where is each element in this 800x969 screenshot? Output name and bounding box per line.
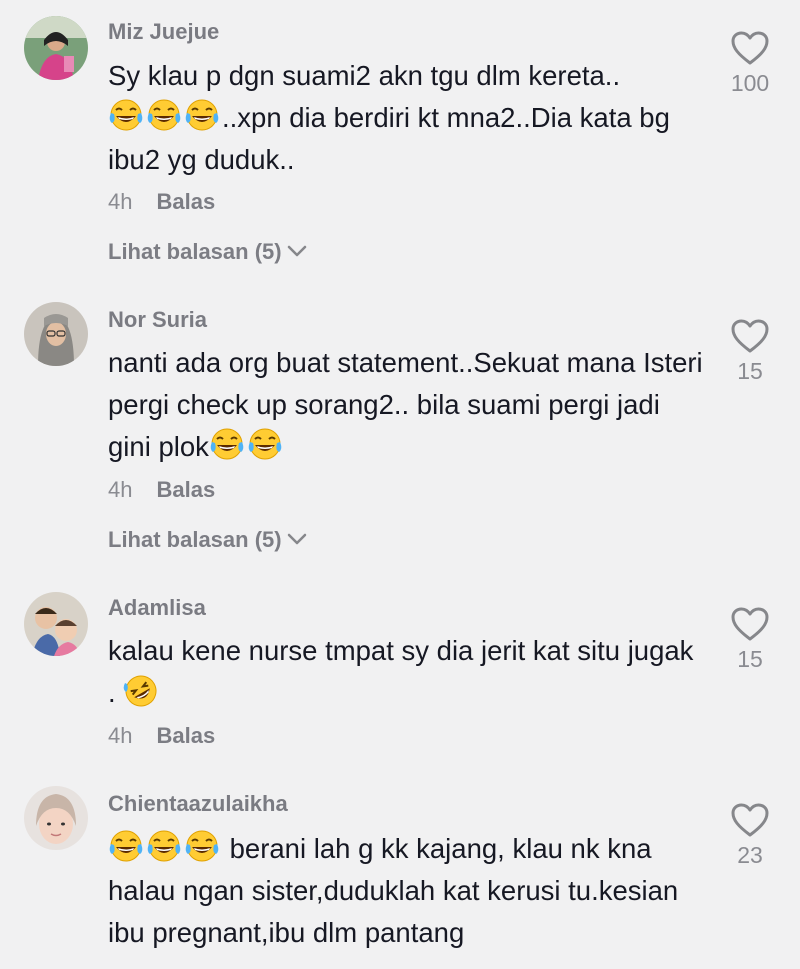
- comment-meta: 4h Balas: [108, 723, 215, 749]
- avatar[interactable]: [24, 786, 88, 850]
- avatar[interactable]: [24, 302, 88, 366]
- avatar[interactable]: [24, 592, 88, 656]
- face-with-tears-of-joy-icon: [108, 829, 144, 865]
- face-with-tears-of-joy-icon: [146, 829, 182, 865]
- comment-time: 4h: [108, 477, 133, 502]
- comment-time: 4h: [108, 189, 133, 214]
- reply-button[interactable]: Balas: [156, 477, 215, 502]
- heart-icon[interactable]: [730, 802, 770, 838]
- like-control: 23: [720, 802, 780, 869]
- face-with-tears-of-joy-icon: [247, 427, 283, 463]
- like-control: 15: [720, 318, 780, 385]
- face-with-tears-of-joy-icon: [184, 98, 220, 134]
- comment-text: berani lah g kk kajang, klau nk kna hala…: [108, 828, 708, 954]
- like-count: 15: [737, 358, 763, 384]
- comment-text-body: kalau kene nurse tmpat sy dia jerit kat …: [108, 635, 694, 708]
- view-replies-button[interactable]: Lihat balasan (5): [108, 239, 308, 265]
- comment-text-line: Sy klau p dgn suami2 akn tgu dlm kereta.…: [108, 60, 621, 91]
- comment-text: nanti ada org buat statement..Sekuat man…: [108, 342, 708, 468]
- rolling-on-floor-laughing-icon: [123, 673, 159, 709]
- like-control: 15: [720, 606, 780, 673]
- like-count: 15: [737, 646, 763, 672]
- heart-icon[interactable]: [730, 318, 770, 354]
- comment-username[interactable]: Nor Suria: [108, 307, 207, 333]
- face-with-tears-of-joy-icon: [108, 98, 144, 134]
- reply-button[interactable]: Balas: [156, 723, 215, 748]
- heart-icon[interactable]: [730, 30, 770, 66]
- view-replies-label: Lihat balasan (5): [108, 527, 282, 552]
- comment-text-body: nanti ada org buat statement..Sekuat man…: [108, 347, 703, 462]
- avatar[interactable]: [24, 16, 88, 80]
- comment-username[interactable]: Chientaazulaikha: [108, 791, 288, 817]
- like-control: 100: [720, 30, 780, 97]
- heart-icon[interactable]: [730, 606, 770, 642]
- face-with-tears-of-joy-icon: [184, 829, 220, 865]
- chevron-down-icon: [286, 244, 308, 258]
- view-replies-button[interactable]: Lihat balasan (5): [108, 527, 308, 553]
- comment-time: 4h: [108, 723, 133, 748]
- face-with-tears-of-joy-icon: [209, 427, 245, 463]
- chevron-down-icon: [286, 532, 308, 546]
- reply-button[interactable]: Balas: [156, 189, 215, 214]
- view-replies-label: Lihat balasan (5): [108, 239, 282, 264]
- like-count: 100: [730, 70, 770, 96]
- comment-meta: 4h Balas: [108, 477, 215, 503]
- face-with-tears-of-joy-icon: [146, 98, 182, 134]
- comment-text: kalau kene nurse tmpat sy dia jerit kat …: [108, 630, 698, 714]
- comment-text: Sy klau p dgn suami2 akn tgu dlm kereta.…: [108, 55, 698, 181]
- like-count: 23: [737, 842, 763, 868]
- comment-meta: 4h Balas: [108, 189, 215, 215]
- comment-username[interactable]: Miz Juejue: [108, 19, 219, 45]
- comment-username[interactable]: Adamlisa: [108, 595, 206, 621]
